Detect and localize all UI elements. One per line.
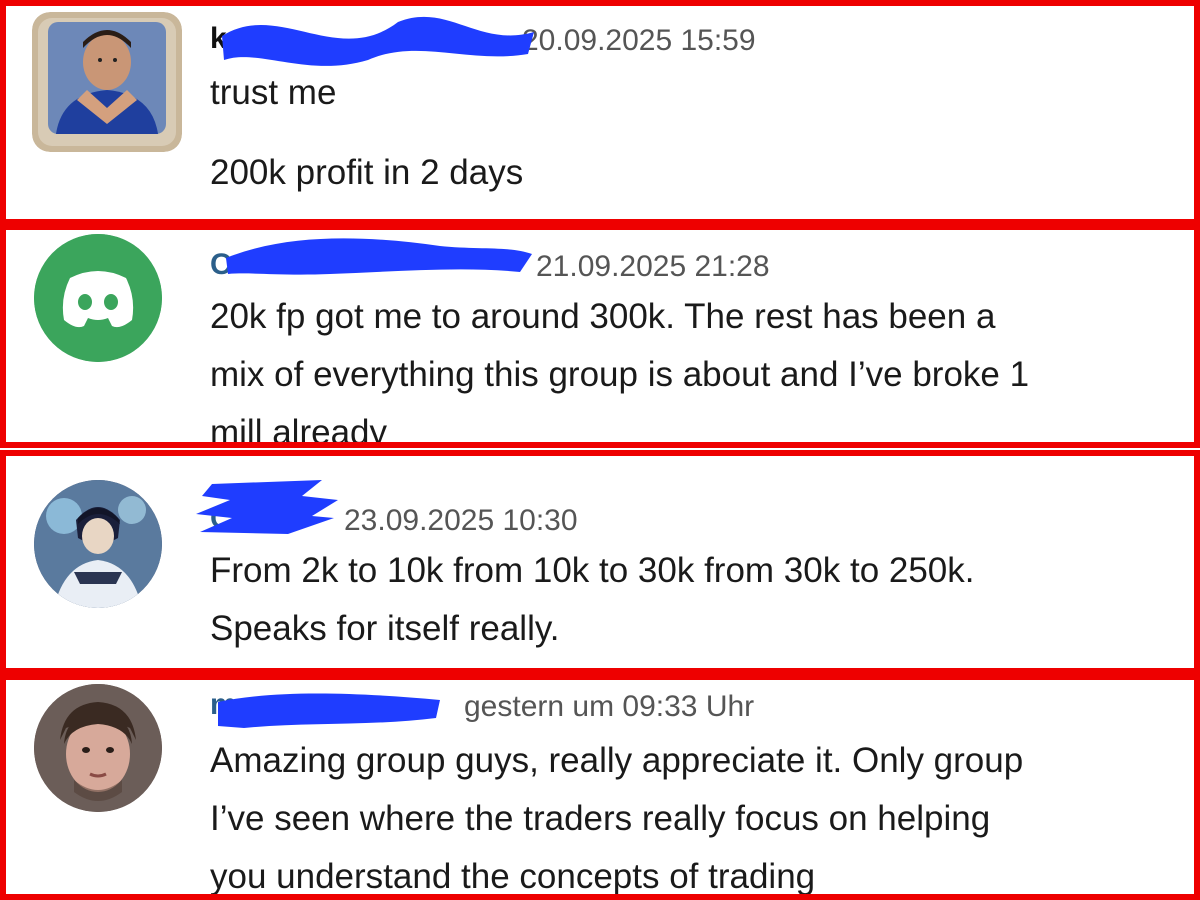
message-body: m gestern um 09:33 Uhr Amazing group guy… <box>210 686 1184 896</box>
avatar[interactable] <box>34 480 162 608</box>
message-line: mill already <box>210 413 387 448</box>
user-photo-face-icon <box>34 684 162 812</box>
redaction-scribble <box>218 693 440 728</box>
timestamp: 20.09.2025 15:59 <box>522 24 756 57</box>
discord-default-avatar-icon <box>34 234 162 362</box>
message-line: Amazing group guys, really appreciate it… <box>210 741 1024 780</box>
testimonial-collage: k 20.09.2025 15:59 trust me 200k profit … <box>0 0 1200 900</box>
anime-character-avatar-icon <box>34 480 162 608</box>
message-header: k 20.09.2025 15:59 <box>210 16 1184 66</box>
avatar[interactable] <box>32 12 182 152</box>
timestamp: 21.09.2025 21:28 <box>536 250 770 283</box>
message-line: trust me <box>210 73 337 112</box>
avatar[interactable] <box>34 234 162 362</box>
redaction-scribble <box>196 480 338 534</box>
message-panel-1: k 20.09.2025 15:59 trust me 200k profit … <box>0 0 1200 225</box>
message-panel-3: C 23.09.2025 10:30 From 2k to 10k from 1… <box>0 450 1200 674</box>
message-body: C 23.09.2025 10:30 From 2k to 10k from 1… <box>196 480 1184 658</box>
timestamp: gestern um 09:33 Uhr <box>464 690 755 723</box>
message-line: From 2k to 10k from 10k to 30k from 30k … <box>210 551 975 590</box>
message-body: k 20.09.2025 15:59 trust me 200k profit … <box>210 16 1184 202</box>
message-panel-2: C 21.09.2025 21:28 20k fp got me to arou… <box>0 224 1200 448</box>
message-panel-4: m gestern um 09:33 Uhr Amazing group guy… <box>0 674 1200 900</box>
message-header: C 21.09.2025 21:28 <box>210 238 1184 286</box>
message-line: you understand the concepts of trading <box>210 857 816 896</box>
message-line: 20k fp got me to around 300k. The rest h… <box>210 297 996 336</box>
message-line: 200k profit in 2 days <box>210 153 524 192</box>
timestamp: 23.09.2025 10:30 <box>344 504 578 537</box>
message-line: mix of everything this group is about an… <box>210 355 1030 394</box>
redaction-scribble <box>226 238 532 275</box>
message-line: Speaks for itself really. <box>210 609 560 648</box>
message-header: C 23.09.2025 10:30 <box>196 480 1184 540</box>
message-body: C 21.09.2025 21:28 20k fp got me to arou… <box>210 238 1184 448</box>
redaction-scribble <box>222 16 534 66</box>
message-header: m gestern um 09:33 Uhr <box>210 686 1184 728</box>
avatar[interactable] <box>34 684 162 812</box>
user-photo-hands-heart-icon <box>32 12 182 152</box>
message-line: I’ve seen where the traders really focus… <box>210 799 991 838</box>
